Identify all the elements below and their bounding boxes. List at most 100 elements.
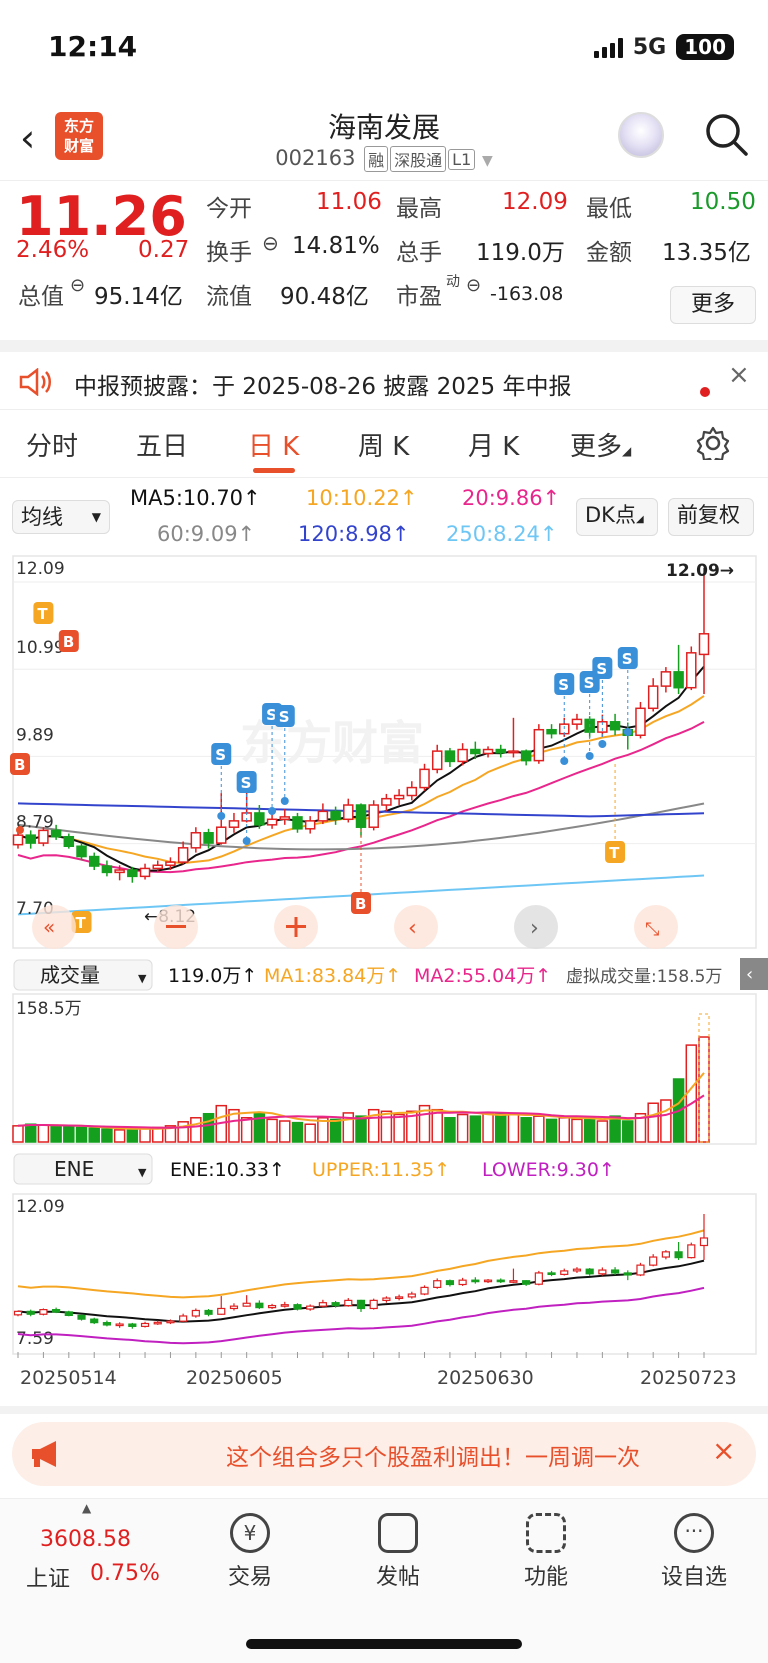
adjust-button[interactable]: 前复权 bbox=[668, 498, 754, 536]
unread-dot bbox=[700, 387, 710, 397]
dk-point-button[interactable]: DK点◢ bbox=[576, 498, 658, 536]
candle-body bbox=[673, 671, 684, 689]
ene-candle-body bbox=[77, 1314, 86, 1320]
signal-dot bbox=[623, 728, 632, 736]
candle-body bbox=[482, 748, 494, 755]
ma120-value: 120:8.98↑ bbox=[298, 522, 410, 546]
ene-candle-body bbox=[509, 1280, 518, 1283]
candle-body bbox=[533, 728, 545, 762]
ene-select-label: ENE bbox=[54, 1157, 94, 1181]
pe-value: -163.08 bbox=[490, 283, 564, 305]
ene-candle-body bbox=[433, 1280, 442, 1288]
signal-dot bbox=[280, 797, 289, 805]
ene-candle-body bbox=[166, 1320, 175, 1324]
ma-select[interactable]: 均线 ▼ bbox=[12, 500, 110, 534]
index-value: 3608.58 bbox=[40, 1527, 131, 1552]
tab-more[interactable]: 更多◢ bbox=[570, 426, 631, 463]
ene-candle-body bbox=[687, 1244, 696, 1259]
rewind-glyph: « bbox=[43, 915, 55, 939]
ene-candle-body bbox=[356, 1299, 366, 1310]
signal-dot bbox=[217, 812, 226, 820]
signal-badge-letter: S bbox=[215, 746, 226, 764]
speaker-icon bbox=[19, 368, 51, 396]
low-label: 最低 bbox=[586, 196, 632, 222]
collapse-handle[interactable] bbox=[740, 958, 768, 990]
info-icon[interactable]: ⊖ bbox=[466, 275, 481, 296]
ene-candle-body bbox=[140, 1322, 150, 1327]
more-button[interactable]: 更多 bbox=[670, 286, 756, 324]
close-icon[interactable]: × bbox=[712, 1434, 735, 1467]
ene-candle-body bbox=[458, 1279, 467, 1286]
signal-dot bbox=[560, 757, 569, 765]
volume-bar bbox=[240, 1117, 253, 1143]
volume-bar bbox=[622, 1120, 634, 1143]
quote-panel: 11.26 2.46% 0.27 今开 11.06 最高 12.09 最低 10… bbox=[0, 180, 768, 340]
change-pct: 2.46% bbox=[16, 237, 90, 263]
volume-bar bbox=[380, 1110, 393, 1143]
divider bbox=[0, 340, 768, 352]
candle-body bbox=[63, 835, 75, 847]
ene-candle-body bbox=[471, 1279, 480, 1283]
notice-bar[interactable]: 中报预披露：于 2025-08-26 披露 2025 年中报 × bbox=[0, 352, 768, 410]
candle-body bbox=[88, 855, 100, 867]
tab-post[interactable]: 发帖 bbox=[348, 1513, 448, 1591]
tab-watchlist[interactable]: ··· 设自选 bbox=[644, 1513, 744, 1591]
tab-intraday[interactable]: 分时 bbox=[26, 426, 78, 463]
signal-badge-letter: S bbox=[279, 708, 290, 726]
more-dots-icon: ··· bbox=[674, 1513, 714, 1553]
mktcap-label: 总值 bbox=[18, 284, 64, 310]
chevron-down-icon[interactable]: ▼ bbox=[482, 153, 493, 169]
candle-body bbox=[647, 685, 659, 710]
volume-bar bbox=[520, 1117, 532, 1143]
ene-candle-body bbox=[242, 1302, 251, 1307]
app-header: ‹ 东方 财富 海南发展 002163 融深股通 L1 ▼ bbox=[0, 100, 768, 180]
plus-glyph-v bbox=[294, 917, 298, 937]
volume-bar bbox=[482, 1112, 494, 1143]
candle-body bbox=[25, 834, 36, 844]
ene-candle-body bbox=[699, 1237, 709, 1247]
settings-gear-icon[interactable] bbox=[696, 426, 730, 460]
tab-daily-k[interactable]: 日 K bbox=[248, 426, 299, 463]
info-icon[interactable]: ⊖ bbox=[262, 231, 279, 255]
volume-bar bbox=[202, 1112, 215, 1143]
stock-code: 002163 bbox=[275, 146, 356, 170]
candle-body bbox=[165, 861, 176, 867]
volume-bar bbox=[558, 1117, 571, 1143]
tab-functions[interactable]: 功能 bbox=[496, 1513, 596, 1591]
ene-candle-body bbox=[547, 1272, 556, 1276]
volume-axis-label: 158.5万 bbox=[16, 999, 82, 1019]
info-icon[interactable]: ⊖ bbox=[70, 275, 85, 296]
volume-bar bbox=[660, 1099, 672, 1143]
ene-candle-body bbox=[39, 1309, 48, 1315]
status-right: 5G 100 bbox=[593, 34, 734, 60]
caret-up-icon: ▲ bbox=[82, 1501, 92, 1515]
volume-bar bbox=[126, 1128, 139, 1143]
volume-bar bbox=[75, 1126, 88, 1143]
candle-body bbox=[152, 864, 163, 870]
candle-body bbox=[609, 721, 621, 731]
signal-badge-letter: T bbox=[76, 914, 87, 932]
signal-dot bbox=[242, 837, 251, 845]
ene-candle-body bbox=[560, 1270, 569, 1275]
ene-candle-body bbox=[661, 1251, 670, 1258]
candle-body bbox=[457, 748, 468, 763]
volume-bar bbox=[177, 1121, 189, 1143]
tab-five-day[interactable]: 五日 bbox=[136, 426, 188, 463]
edit-icon bbox=[378, 1513, 418, 1553]
ene-candle-body bbox=[26, 1310, 35, 1315]
network-type: 5G bbox=[632, 34, 667, 60]
promo-banner[interactable]: 这个组合多只个股盈利调出！一周调一次 × bbox=[12, 1422, 756, 1486]
close-icon[interactable]: × bbox=[728, 360, 750, 390]
volume-bar bbox=[583, 1117, 596, 1143]
search-icon[interactable] bbox=[702, 110, 750, 158]
tab-weekly-k[interactable]: 周 K bbox=[358, 426, 409, 463]
kline-chart-area[interactable]: 东方财富 12.0910.999.898.797.70 12.09→ ←8.12… bbox=[0, 554, 768, 1414]
turnover-value: 14.81% bbox=[292, 233, 380, 259]
virtual-volume: 虚拟成交量:158.5万 bbox=[566, 967, 722, 987]
candle-body bbox=[292, 816, 303, 830]
candle-body bbox=[114, 869, 125, 874]
tab-monthly-k[interactable]: 月 K bbox=[468, 426, 519, 463]
tab-trade[interactable]: ¥ 交易 bbox=[200, 1513, 300, 1591]
robot-assistant-icon[interactable] bbox=[618, 112, 664, 158]
float-label: 流值 bbox=[206, 284, 252, 310]
